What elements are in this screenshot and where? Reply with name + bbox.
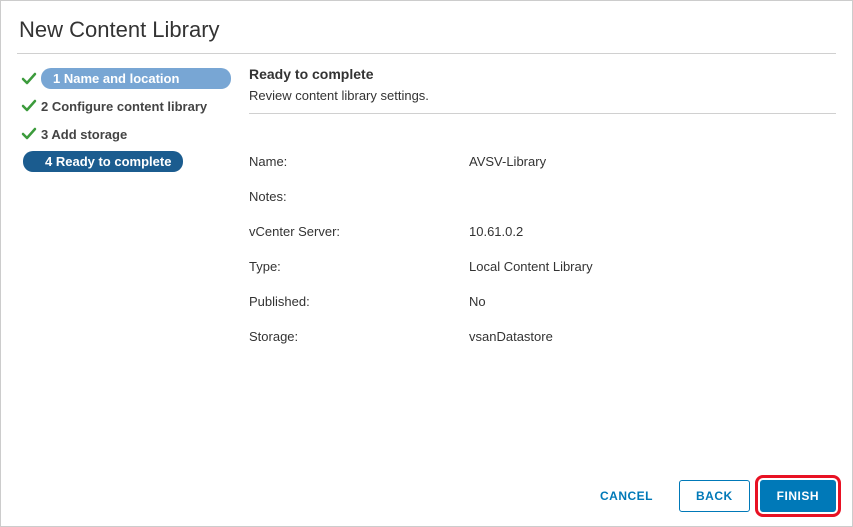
summary-row-type: Type: Local Content Library	[249, 259, 836, 274]
summary-value: 10.61.0.2	[469, 224, 836, 239]
wizard-step-add-storage[interactable]: 3 Add storage	[17, 121, 239, 147]
summary-row-notes: Notes:	[249, 189, 836, 204]
summary-row-storage: Storage: vsanDatastore	[249, 329, 836, 344]
wizard-step-label: 3 Add storage	[41, 127, 231, 142]
cancel-button[interactable]: CANCEL	[584, 481, 669, 511]
summary-value	[469, 189, 836, 204]
check-icon	[21, 71, 37, 87]
summary-value: Local Content Library	[469, 259, 836, 274]
wizard-content: Ready to complete Review content library…	[239, 62, 836, 472]
wizard-step-label: 1 Name and location	[41, 68, 231, 89]
dialog-title: New Content Library	[17, 13, 836, 54]
dialog-body: 1 Name and location 2 Configure content …	[17, 54, 836, 472]
summary-row-name: Name: AVSV-Library	[249, 154, 836, 169]
summary-table: Name: AVSV-Library Notes: vCenter Server…	[249, 154, 836, 364]
wizard-steps: 1 Name and location 2 Configure content …	[17, 62, 239, 472]
check-icon	[21, 126, 37, 142]
summary-label: vCenter Server:	[249, 224, 469, 239]
summary-value: vsanDatastore	[469, 329, 836, 344]
summary-label: Name:	[249, 154, 469, 169]
wizard-step-name-location[interactable]: 1 Name and location	[17, 66, 239, 91]
summary-label: Published:	[249, 294, 469, 309]
summary-label: Type:	[249, 259, 469, 274]
back-button[interactable]: BACK	[679, 480, 750, 512]
wizard-step-configure[interactable]: 2 Configure content library	[17, 93, 239, 119]
summary-row-vcenter: vCenter Server: 10.61.0.2	[249, 224, 836, 239]
summary-label: Notes:	[249, 189, 469, 204]
summary-value: AVSV-Library	[469, 154, 836, 169]
summary-label: Storage:	[249, 329, 469, 344]
dialog-footer: CANCEL BACK FINISH	[17, 472, 836, 514]
summary-value: No	[469, 294, 836, 309]
check-icon	[21, 98, 37, 114]
finish-button[interactable]: FINISH	[760, 480, 836, 512]
content-description: Review content library settings.	[249, 88, 836, 114]
wizard-step-ready[interactable]: 4 Ready to complete	[17, 149, 239, 174]
wizard-step-label: 4 Ready to complete	[23, 151, 183, 172]
wizard-step-label: 2 Configure content library	[41, 99, 231, 114]
content-heading: Ready to complete	[249, 66, 836, 82]
summary-row-published: Published: No	[249, 294, 836, 309]
dialog-new-content-library: New Content Library 1 Name and location …	[0, 0, 853, 527]
